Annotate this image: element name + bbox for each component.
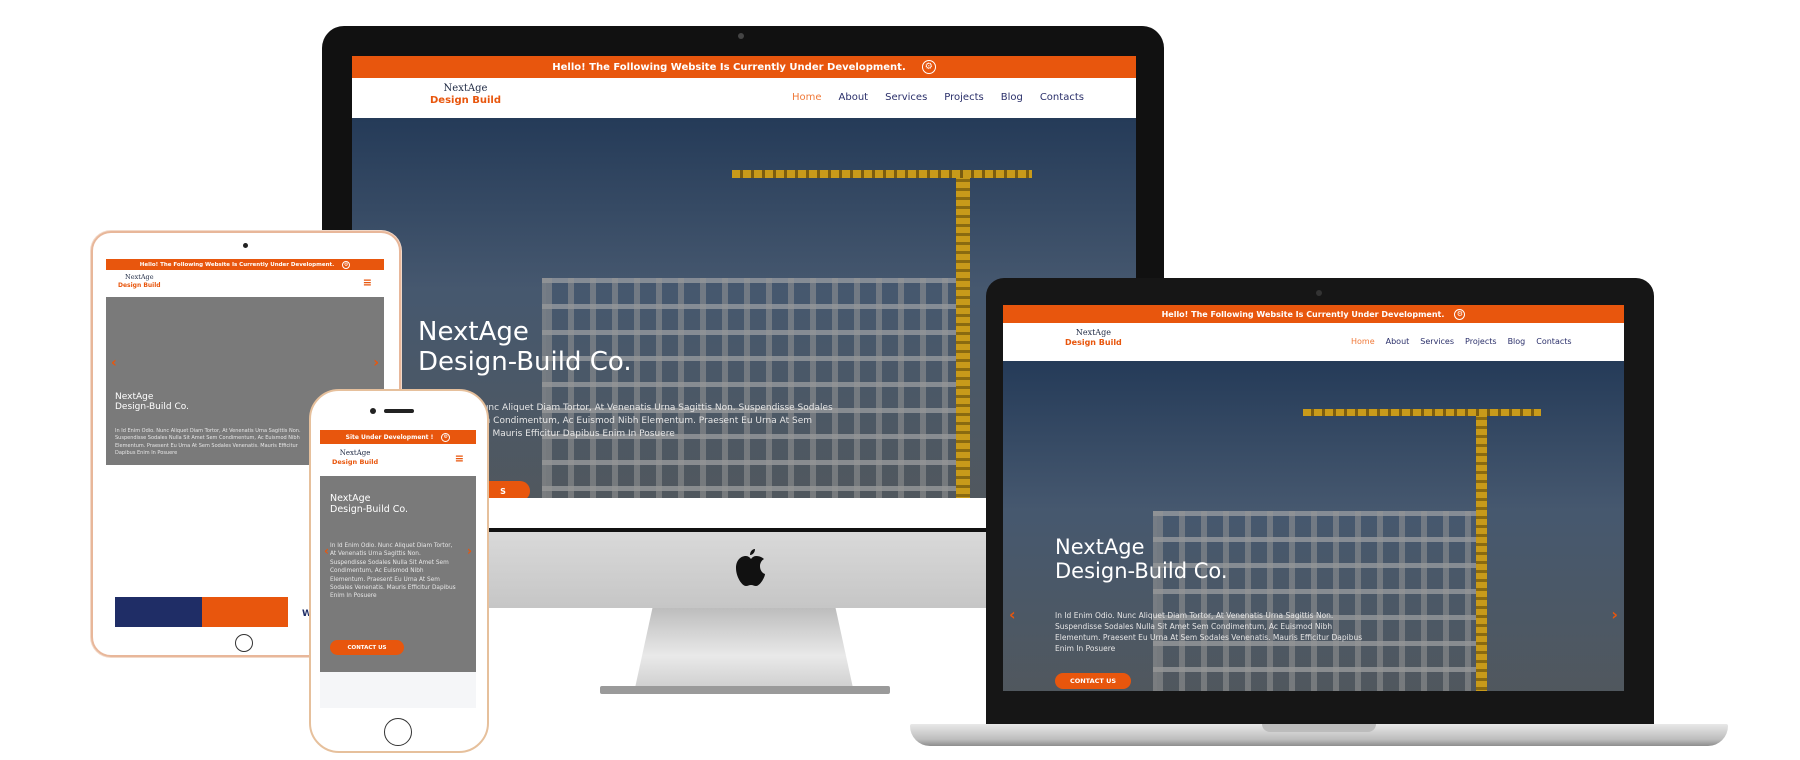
nav-about[interactable]: About <box>839 92 869 103</box>
hero-text: In Id Enim Odio. Nunc Aliquet Diam Torto… <box>330 543 456 600</box>
logo-name: NextAge <box>125 273 154 281</box>
site-header: NextAge Design Build ≡ <box>320 444 476 476</box>
notice-text: Hello! The Following Website Is Currentl… <box>1161 309 1445 319</box>
building-image <box>542 278 962 498</box>
hero-slider: ‹ › NextAge Design-Build Co. In Id Enim … <box>1003 361 1624 691</box>
logo-name: NextAge <box>443 83 488 94</box>
nav-contacts[interactable]: Contacts <box>1536 337 1571 346</box>
notice-bar: Hello! The Following Website Is Currentl… <box>1003 305 1624 323</box>
nav-blog[interactable]: Blog <box>1508 337 1526 346</box>
logo-subtitle: Design Build <box>332 458 379 466</box>
site-logo[interactable]: NextAge Design Build <box>118 274 161 289</box>
logo-name: NextAge <box>1075 328 1111 337</box>
phone-camera <box>370 408 376 414</box>
footer-block-orange <box>202 597 288 627</box>
notice-bar: Hello! The Following Website Is Currentl… <box>106 259 384 270</box>
nav-blog[interactable]: Blog <box>1001 92 1023 103</box>
nav-services[interactable]: Services <box>1420 337 1454 346</box>
hero-slider: ‹ › NextAge Design-Build Co. In Id Enim … <box>320 476 476 672</box>
hero-text: Nunc Aliquet Diam Tortor, At Venenatis U… <box>476 403 833 440</box>
tablet-camera <box>243 243 248 248</box>
chevron-left-icon[interactable]: ‹ <box>324 544 329 558</box>
contact-button[interactable]: CONTACT US <box>1055 673 1131 689</box>
imac-camera <box>738 33 744 39</box>
hero-text: In Id Enim Odio. Nunc Aliquet Diam Torto… <box>1055 611 1363 653</box>
hero-title-line2: Design-Build Co. <box>1055 559 1228 584</box>
hero-title-line1: NextAge <box>418 317 529 347</box>
main-menu: Home About Services Projects Blog Contac… <box>1351 337 1572 346</box>
phone-screen: Site Under Development ! ⚙ NextAge Desig… <box>320 430 476 708</box>
hero-title: NextAge Design-Build Co. <box>115 392 189 413</box>
chevron-left-icon[interactable]: ‹ <box>111 355 117 371</box>
laptop-screen: Hello! The Following Website Is Currentl… <box>1003 305 1624 691</box>
contact-button-label: S <box>500 486 506 496</box>
crane-mast <box>1476 411 1487 691</box>
gear-icon[interactable]: ⚙ <box>342 260 351 269</box>
imac-stand-base <box>600 686 890 694</box>
laptop-notch <box>1262 724 1376 732</box>
chevron-right-icon[interactable]: › <box>467 544 472 558</box>
site-header: NextAge Design Build Home About Services… <box>1003 323 1624 361</box>
hero-title-line2: Design-Build Co. <box>418 346 632 377</box>
hamburger-menu-icon[interactable]: ≡ <box>455 452 464 465</box>
site-logo[interactable]: NextAge Design Build <box>332 450 378 466</box>
chevron-right-icon[interactable]: › <box>1611 605 1618 624</box>
hero-title-line1: NextAge <box>115 392 154 402</box>
nav-about[interactable]: About <box>1386 337 1410 346</box>
hero-title: NextAge Design-Build Co. <box>1055 535 1228 583</box>
footer-block-navy <box>115 597 202 627</box>
imac-stand <box>635 608 853 688</box>
hero-title: NextAge Design-Build Co. <box>418 317 632 378</box>
contact-button-label: CONTACT US <box>1069 677 1117 685</box>
hero-text: In Id Enim Odio. Nunc Aliquet Diam Torto… <box>115 428 301 456</box>
crane-jib <box>732 170 1032 178</box>
hero-title: NextAge Design-Build Co. <box>330 493 409 516</box>
laptop-camera <box>1316 290 1322 296</box>
notice-text: Hello! The Following Website Is Currentl… <box>552 61 906 73</box>
hamburger-menu-icon[interactable]: ≡ <box>363 276 372 289</box>
logo-subtitle: Design Build <box>1065 338 1122 347</box>
chevron-left-icon[interactable]: ‹ <box>1009 605 1016 624</box>
nav-services[interactable]: Services <box>885 92 927 103</box>
crane-mast <box>956 173 970 498</box>
gear-icon[interactable]: ⚙ <box>921 60 936 74</box>
site-logo[interactable]: NextAge Design Build <box>430 84 501 106</box>
chevron-right-icon[interactable]: › <box>373 355 379 371</box>
site-header: NextAge Design Build Home About Services… <box>352 78 1136 118</box>
phone-speaker <box>384 409 414 413</box>
crane-jib <box>1303 409 1541 416</box>
gear-icon[interactable]: ⚙ <box>1454 308 1466 320</box>
notice-text: Site Under Development ! <box>345 433 434 441</box>
site-header: NextAge Design Build ≡ <box>106 270 384 297</box>
nav-projects[interactable]: Projects <box>944 92 983 103</box>
phone-home-button[interactable] <box>384 718 412 746</box>
nav-projects[interactable]: Projects <box>1465 337 1497 346</box>
logo-name: NextAge <box>339 449 371 457</box>
logo-subtitle: Design Build <box>118 281 161 289</box>
device-mockup-stage: Hello! The Following Website Is Currentl… <box>0 0 1800 760</box>
nav-home[interactable]: Home <box>792 92 822 103</box>
notice-bar: Hello! The Following Website Is Currentl… <box>352 56 1136 78</box>
hero-title-line1: NextAge <box>1055 535 1145 559</box>
contact-button[interactable]: CONTACT US <box>330 640 404 655</box>
tablet-home-button[interactable] <box>235 634 253 652</box>
gear-icon[interactable]: ⚙ <box>441 432 451 442</box>
logo-subtitle: Design Build <box>430 95 501 106</box>
notice-bar: Site Under Development ! ⚙ <box>320 430 476 444</box>
hero-title-line2: Design-Build Co. <box>330 503 409 515</box>
contact-button-label: CONTACT US <box>347 644 387 651</box>
hero-title-line2: Design-Build Co. <box>115 402 189 413</box>
apple-logo-icon <box>736 549 765 586</box>
notice-text: Hello! The Following Website Is Currentl… <box>139 261 335 268</box>
main-menu: Home About Services Projects Blog Contac… <box>792 92 1084 103</box>
nav-home[interactable]: Home <box>1351 337 1375 346</box>
site-logo[interactable]: NextAge Design Build <box>1065 329 1122 347</box>
nav-contacts[interactable]: Contacts <box>1040 92 1084 103</box>
